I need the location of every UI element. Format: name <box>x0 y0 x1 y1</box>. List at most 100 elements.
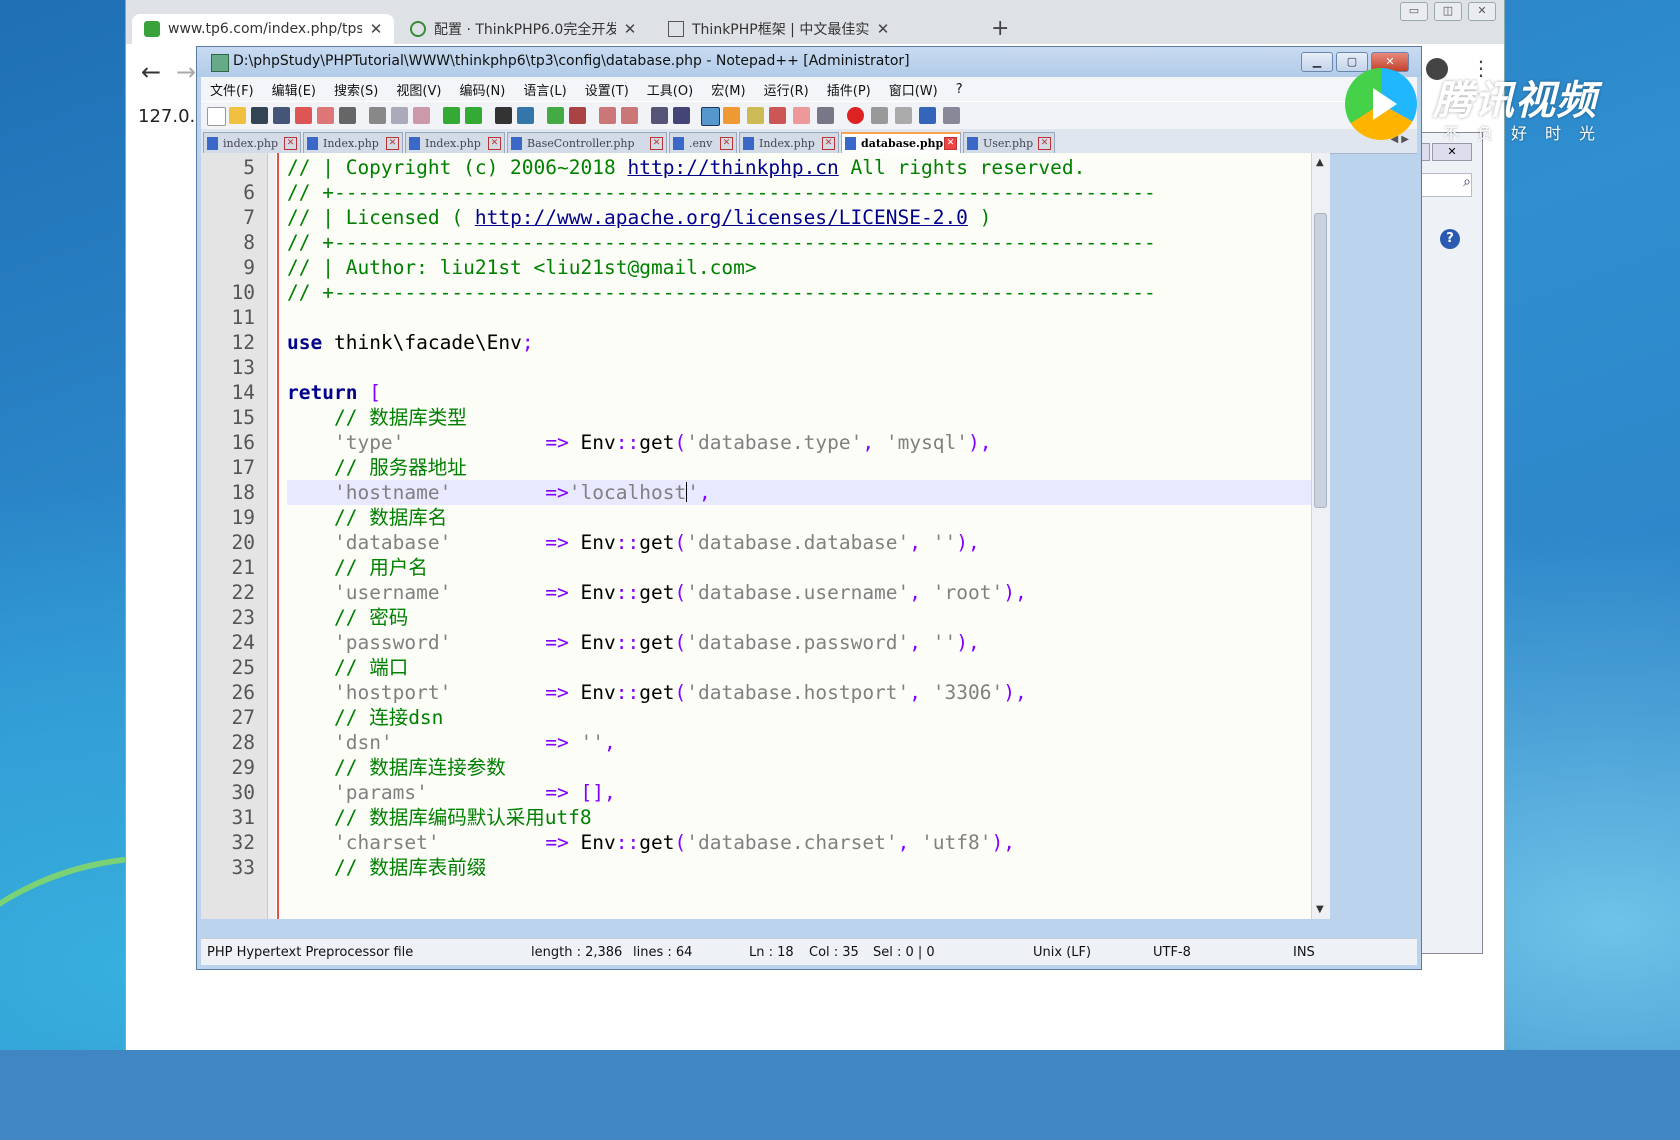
menu-view[interactable]: 视图(V) <box>387 80 450 99</box>
code-line[interactable]: 21 // 用户名 <box>201 555 1311 580</box>
code-text[interactable]: // 端口 <box>287 655 1311 680</box>
play-macro-icon[interactable] <box>895 107 912 124</box>
new-file-icon[interactable] <box>207 107 226 126</box>
close-tab-icon[interactable]: ✕ <box>875 20 891 38</box>
code-text[interactable]: // 服务器地址 <box>287 455 1311 480</box>
close-icon[interactable]: ✕ <box>1468 2 1496 21</box>
folder-as-workspace-icon[interactable] <box>793 107 810 124</box>
code-line[interactable]: 17 // 服务器地址 <box>201 455 1311 480</box>
close-tab-icon[interactable]: ✕ <box>1038 136 1051 150</box>
menu-edit[interactable]: 编辑(E) <box>263 80 325 99</box>
menu-macro[interactable]: 宏(M) <box>702 80 754 99</box>
doc-tab[interactable]: BaseController.php ✕ <box>507 132 667 153</box>
sync-horizontal-icon[interactable] <box>621 107 638 124</box>
code-text[interactable]: // +------------------------------------… <box>287 180 1311 205</box>
menu-plugins[interactable]: 插件(P) <box>818 80 880 99</box>
close-tab-icon[interactable]: ✕ <box>368 20 384 38</box>
stop-macro-icon[interactable] <box>871 107 888 124</box>
close-tab-icon[interactable]: ✕ <box>284 136 297 150</box>
scroll-up-icon[interactable]: ▲ <box>1316 157 1324 168</box>
code-text[interactable]: // | Copyright (c) 2006~2018 http://thin… <box>287 155 1311 180</box>
code-line[interactable]: 7 // | Licensed ( http://www.apache.org/l… <box>201 205 1311 230</box>
function-list-icon[interactable] <box>769 107 786 124</box>
code-text[interactable]: // +------------------------------------… <box>287 230 1311 255</box>
code-text[interactable]: 'database' => Env::get('database.databas… <box>287 530 1311 555</box>
close-all-icon[interactable] <box>317 107 334 124</box>
close-file-icon[interactable] <box>295 107 312 124</box>
record-macro-icon[interactable] <box>847 107 864 124</box>
doc-tab[interactable]: User.php ✕ <box>963 132 1055 153</box>
maximize-icon[interactable]: ◫ <box>1434 2 1462 21</box>
menu-run[interactable]: 运行(R) <box>755 80 818 99</box>
close-tab-icon[interactable]: ✕ <box>386 136 399 150</box>
code-line[interactable]: 10 // +----------------------------------… <box>201 280 1311 305</box>
browser-tab-active[interactable]: www.tp6.com/index.php/tpsh ✕ <box>132 14 394 44</box>
code-text[interactable]: 'dsn' => '', <box>287 730 1311 755</box>
code-line[interactable]: 11 <box>201 305 1311 330</box>
document-map-icon[interactable] <box>747 107 764 124</box>
code-line[interactable]: 14 return [ <box>201 380 1311 405</box>
monitoring-icon[interactable] <box>817 107 834 124</box>
menu-tools[interactable]: 工具(O) <box>638 80 702 99</box>
code-line[interactable]: 20 'database' => Env::get('database.data… <box>201 530 1311 555</box>
save-icon[interactable] <box>251 107 268 124</box>
copy-icon[interactable] <box>391 107 408 124</box>
menu-settings[interactable]: 设置(T) <box>576 80 638 99</box>
code-editor[interactable]: 5 // | Copyright (c) 2006~2018 http://thi… <box>201 153 1311 919</box>
sync-vertical-icon[interactable] <box>599 107 616 124</box>
code-line[interactable]: 13 <box>201 355 1311 380</box>
doc-tab[interactable]: .env ✕ <box>669 132 737 153</box>
code-line[interactable]: 26 'hostport' => Env::get('database.host… <box>201 680 1311 705</box>
redo-icon[interactable] <box>465 107 482 124</box>
menu-help[interactable]: ? <box>947 82 972 97</box>
minimize-icon[interactable]: ▭ <box>1400 2 1428 21</box>
show-all-chars-icon[interactable] <box>673 107 690 124</box>
code-text[interactable]: 'type' => Env::get('database.type', 'mys… <box>287 430 1311 455</box>
replace-icon[interactable] <box>517 107 534 124</box>
code-text[interactable]: // 数据库连接参数 <box>287 755 1311 780</box>
code-line[interactable]: 23 // 密码 <box>201 605 1311 630</box>
code-text[interactable]: 'hostport' => Env::get('database.hostpor… <box>287 680 1311 705</box>
doc-tab[interactable]: Index.php ✕ <box>739 132 839 153</box>
indent-guide-icon[interactable] <box>701 107 720 126</box>
close-tab-icon[interactable]: ✕ <box>488 136 501 150</box>
save-macro-icon[interactable] <box>943 107 960 124</box>
code-text[interactable]: // 数据库表前缀 <box>287 855 1311 880</box>
word-wrap-icon[interactable] <box>651 107 668 124</box>
save-all-icon[interactable] <box>273 107 290 124</box>
code-text[interactable]: // 连接dsn <box>287 705 1311 730</box>
browser-tab-config[interactable]: 配置 · ThinkPHP6.0完全开发手册 ✕ <box>398 14 648 44</box>
code-line[interactable]: 29 // 数据库连接参数 <box>201 755 1311 780</box>
code-line[interactable]: 31 // 数据库编码默认采用utf8 <box>201 805 1311 830</box>
scrollbar-thumb[interactable] <box>1314 213 1327 508</box>
close-tab-icon[interactable]: ✕ <box>944 137 957 150</box>
code-line[interactable]: 18 'hostname' =>'localhost', <box>201 480 1311 505</box>
code-text[interactable]: // | Licensed ( http://www.apache.org/li… <box>287 205 1311 230</box>
open-file-icon[interactable] <box>229 107 246 124</box>
code-text[interactable]: return [ <box>287 380 1311 405</box>
close-tab-icon[interactable]: ✕ <box>822 136 835 150</box>
code-line[interactable]: 9 // | Author: liu21st <liu21st@gmail.com… <box>201 255 1311 280</box>
code-text[interactable]: 'username' => Env::get('database.usernam… <box>287 580 1311 605</box>
code-text[interactable]: // 数据库名 <box>287 505 1311 530</box>
scroll-down-icon[interactable]: ▼ <box>1316 904 1324 915</box>
code-text[interactable]: // +------------------------------------… <box>287 280 1311 305</box>
code-text[interactable]: // 数据库编码默认采用utf8 <box>287 805 1311 830</box>
paste-icon[interactable] <box>413 107 430 124</box>
browser-tab-thinkphp[interactable]: ThinkPHP框架 | 中文最佳实践PHP ✕ <box>656 14 901 44</box>
undo-icon[interactable] <box>443 107 460 124</box>
code-line[interactable]: 25 // 端口 <box>201 655 1311 680</box>
code-line[interactable]: 27 // 连接dsn <box>201 705 1311 730</box>
help-icon[interactable]: ? <box>1440 229 1460 249</box>
menu-window[interactable]: 窗口(W) <box>880 80 947 99</box>
code-text[interactable]: 'password' => Env::get('database.passwor… <box>287 630 1311 655</box>
code-line[interactable]: 19 // 数据库名 <box>201 505 1311 530</box>
code-text[interactable]: // 密码 <box>287 605 1311 630</box>
print-icon[interactable] <box>339 107 356 124</box>
close-tab-icon[interactable]: ✕ <box>720 136 733 150</box>
code-text[interactable]: 'charset' => Env::get('database.charset'… <box>287 830 1311 855</box>
code-line[interactable]: 5 // | Copyright (c) 2006~2018 http://thi… <box>201 155 1311 180</box>
code-text[interactable]: use think\facade\Env; <box>287 330 1311 355</box>
close-tab-icon[interactable]: ✕ <box>650 136 663 150</box>
close-tab-icon[interactable]: ✕ <box>622 20 638 38</box>
